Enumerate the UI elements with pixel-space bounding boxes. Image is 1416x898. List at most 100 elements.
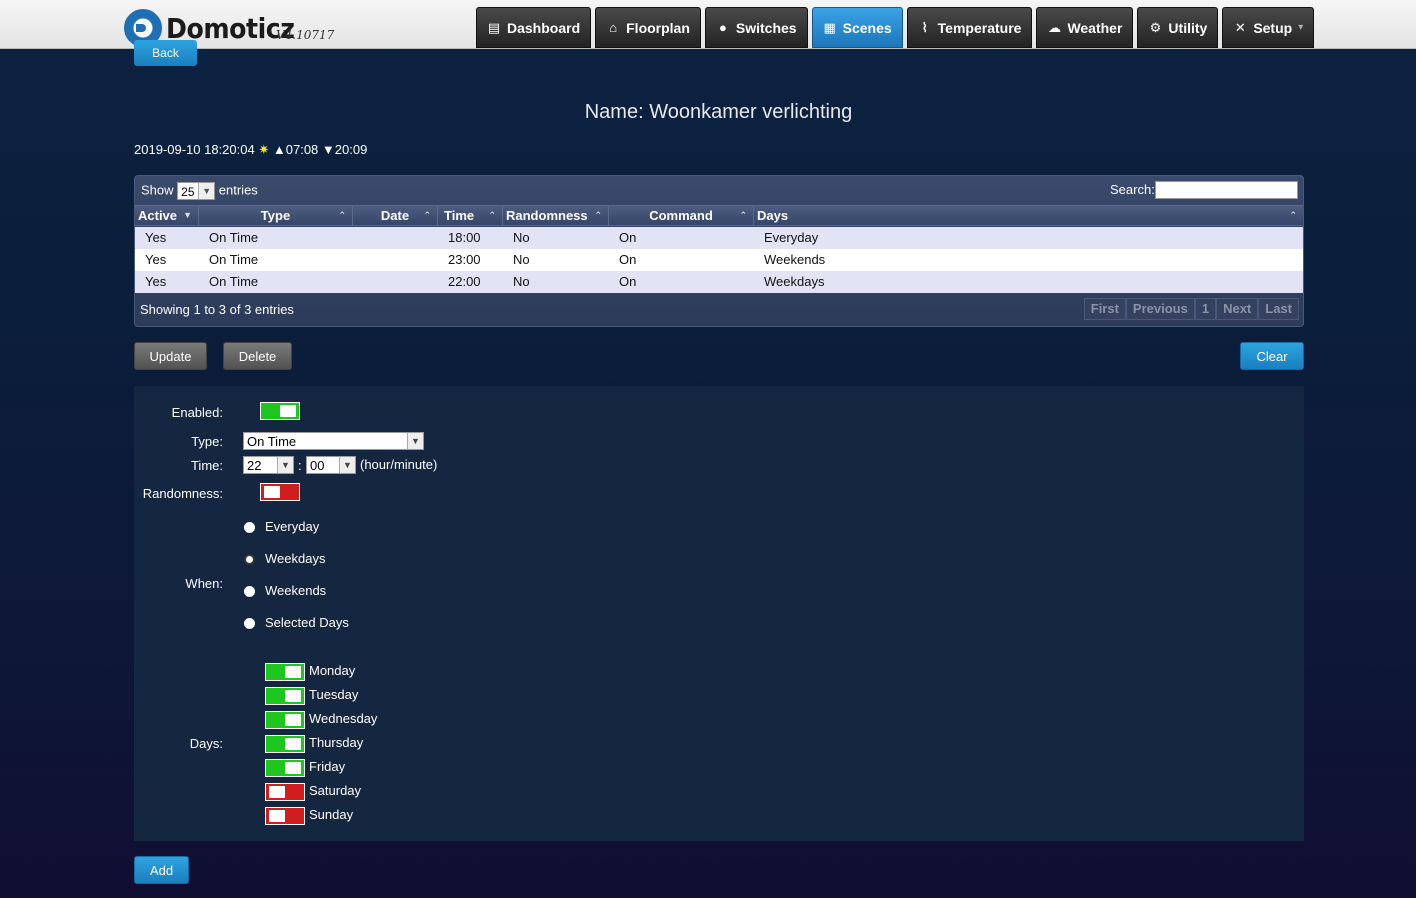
day-label: Monday [309, 663, 356, 678]
tab-setup[interactable]: ✕ Setup ▾ [1222, 7, 1315, 48]
col-active[interactable]: Active ▼ [135, 206, 199, 226]
time-separator: : [298, 458, 302, 473]
day-toggle-sunday[interactable] [265, 807, 305, 825]
tab-label: Temperature [937, 19, 1022, 36]
table-row[interactable]: Yes On Time 18:00 No On Everyday [135, 227, 1303, 249]
day-label: Sunday [309, 807, 354, 822]
radio-selected-days[interactable] [244, 618, 255, 629]
toggle-knob [285, 666, 301, 678]
cell-time: 23:00 [448, 252, 481, 267]
cell-days: Weekends [764, 252, 826, 267]
col-time[interactable]: Time ⌃ [438, 206, 503, 226]
time-unit-label: (hour/minute) [360, 457, 438, 472]
minute-select[interactable]: 00 ▼ [306, 456, 356, 474]
col-date[interactable]: Date ⌃ [353, 206, 438, 226]
search-input[interactable] [1155, 181, 1298, 199]
lightbulb-icon: ● [718, 20, 727, 35]
clapperboard-icon: ▦ [823, 19, 836, 35]
chevron-down-icon: ▼ [339, 457, 355, 473]
table-header: Active ▼ Type ⌃ Date ⌃ Time ⌃ Randomness ⌃ Co… [135, 205, 1303, 226]
tab-label: Dashboard [507, 19, 581, 36]
cell-days: Weekdays [764, 274, 825, 289]
col-days[interactable]: Days ⌃ [754, 206, 1303, 226]
cloud-icon: ☁ [1047, 19, 1061, 35]
entries-label: entries [218, 182, 258, 198]
tab-temperature[interactable]: ⌇ Temperature [906, 7, 1033, 48]
page-1-button[interactable]: 1 [1194, 298, 1217, 320]
tab-label: Switches [735, 19, 797, 36]
day-toggle-monday[interactable] [265, 663, 305, 681]
next-page-button[interactable]: Next [1216, 298, 1259, 320]
tab-label: Floorplan [626, 19, 690, 36]
randomness-toggle[interactable] [260, 483, 300, 501]
cell-command: On [619, 230, 637, 245]
type-label: Type: [191, 434, 223, 449]
hour-value: 22 [247, 458, 262, 473]
day-toggle-tuesday[interactable] [265, 687, 305, 705]
enabled-toggle[interactable] [260, 402, 300, 420]
back-button[interactable]: Back [134, 40, 197, 66]
type-value: On Time [247, 434, 297, 449]
tab-floorplan[interactable]: ⌂ Floorplan [595, 7, 701, 48]
sort-icon: ⌃ [739, 210, 747, 220]
day-label: Thursday [309, 735, 364, 750]
day-toggle-thursday[interactable] [265, 735, 305, 753]
col-command[interactable]: Command ⌃ [609, 206, 754, 226]
tab-weather[interactable]: ☁ Weather [1036, 7, 1134, 48]
radio-label: Weekdays [265, 551, 326, 566]
radio-weekdays[interactable] [244, 554, 255, 565]
house-icon: ⌂ [609, 20, 618, 35]
col-type[interactable]: Type ⌃ [199, 206, 353, 226]
page-title: Name: Woonkamer verlichting [584, 101, 853, 123]
tab-scenes[interactable]: ▦ Scenes [811, 7, 903, 48]
hour-select[interactable]: 22 ▼ [243, 456, 294, 474]
clear-button[interactable]: Clear [1240, 342, 1304, 370]
tab-switches[interactable]: ● Switches [704, 7, 808, 48]
add-button[interactable]: Add [134, 856, 189, 884]
chevron-down-icon: ▼ [277, 457, 293, 473]
day-toggle-wednesday[interactable] [265, 711, 305, 729]
toggle-knob [280, 405, 296, 417]
sort-icon: ⌃ [423, 210, 431, 220]
last-page-button[interactable]: Last [1258, 298, 1299, 320]
toggle-knob [269, 786, 285, 798]
page-size-select[interactable]: 25 ▼ [177, 182, 216, 200]
sort-icon: ⌃ [488, 210, 496, 220]
timers-table-panel: Show 25 ▼ entries Search: Active ▼ Type ⌃ … [134, 175, 1304, 327]
tab-utility[interactable]: ⚙ Utility [1137, 7, 1219, 48]
table-row[interactable]: Yes On Time 22:00 No On Weekdays [135, 271, 1303, 293]
day-label: Friday [309, 759, 346, 774]
radio-everyday[interactable] [244, 522, 255, 533]
first-page-button[interactable]: First [1083, 298, 1126, 320]
cell-days: Everyday [764, 230, 819, 245]
chevron-down-icon: ▼ [407, 433, 423, 449]
day-label: Wednesday [309, 711, 378, 726]
pagination: First Previous 1 Next Last [1083, 298, 1299, 320]
radio-label: Weekends [265, 583, 327, 598]
table-row[interactable]: Yes On Time 23:00 No On Weekends [135, 249, 1303, 271]
enabled-label: Enabled: [171, 405, 223, 420]
day-label: Tuesday [309, 687, 359, 702]
cell-command: On [619, 252, 637, 267]
caret-down-icon: ▾ [1298, 22, 1304, 33]
cell-randomness: No [513, 252, 530, 267]
day-toggle-friday[interactable] [265, 759, 305, 777]
type-select[interactable]: On Time ▼ [243, 432, 424, 450]
cell-active: Yes [145, 230, 167, 245]
col-randomness[interactable]: Randomness ⌃ [503, 206, 609, 226]
toggle-knob [285, 738, 301, 750]
previous-page-button[interactable]: Previous [1125, 298, 1195, 320]
tab-dashboard[interactable]: ▤ Dashboard [476, 7, 592, 48]
cell-active: Yes [145, 252, 167, 267]
time-label: Time: [190, 458, 223, 473]
day-toggle-saturday[interactable] [265, 783, 305, 801]
thermometer-icon: ⌇ [921, 19, 928, 35]
sun-icon: ✷ [258, 142, 270, 157]
update-button[interactable]: Update [134, 342, 207, 370]
when-label: When: [185, 576, 223, 591]
current-datetime: 2019-09-10 18:20:04 [134, 142, 255, 157]
radio-weekends[interactable] [244, 586, 255, 597]
sort-icon: ⌃ [338, 210, 346, 220]
utility-icon: ⚙ [1149, 19, 1162, 35]
delete-button[interactable]: Delete [223, 342, 292, 370]
